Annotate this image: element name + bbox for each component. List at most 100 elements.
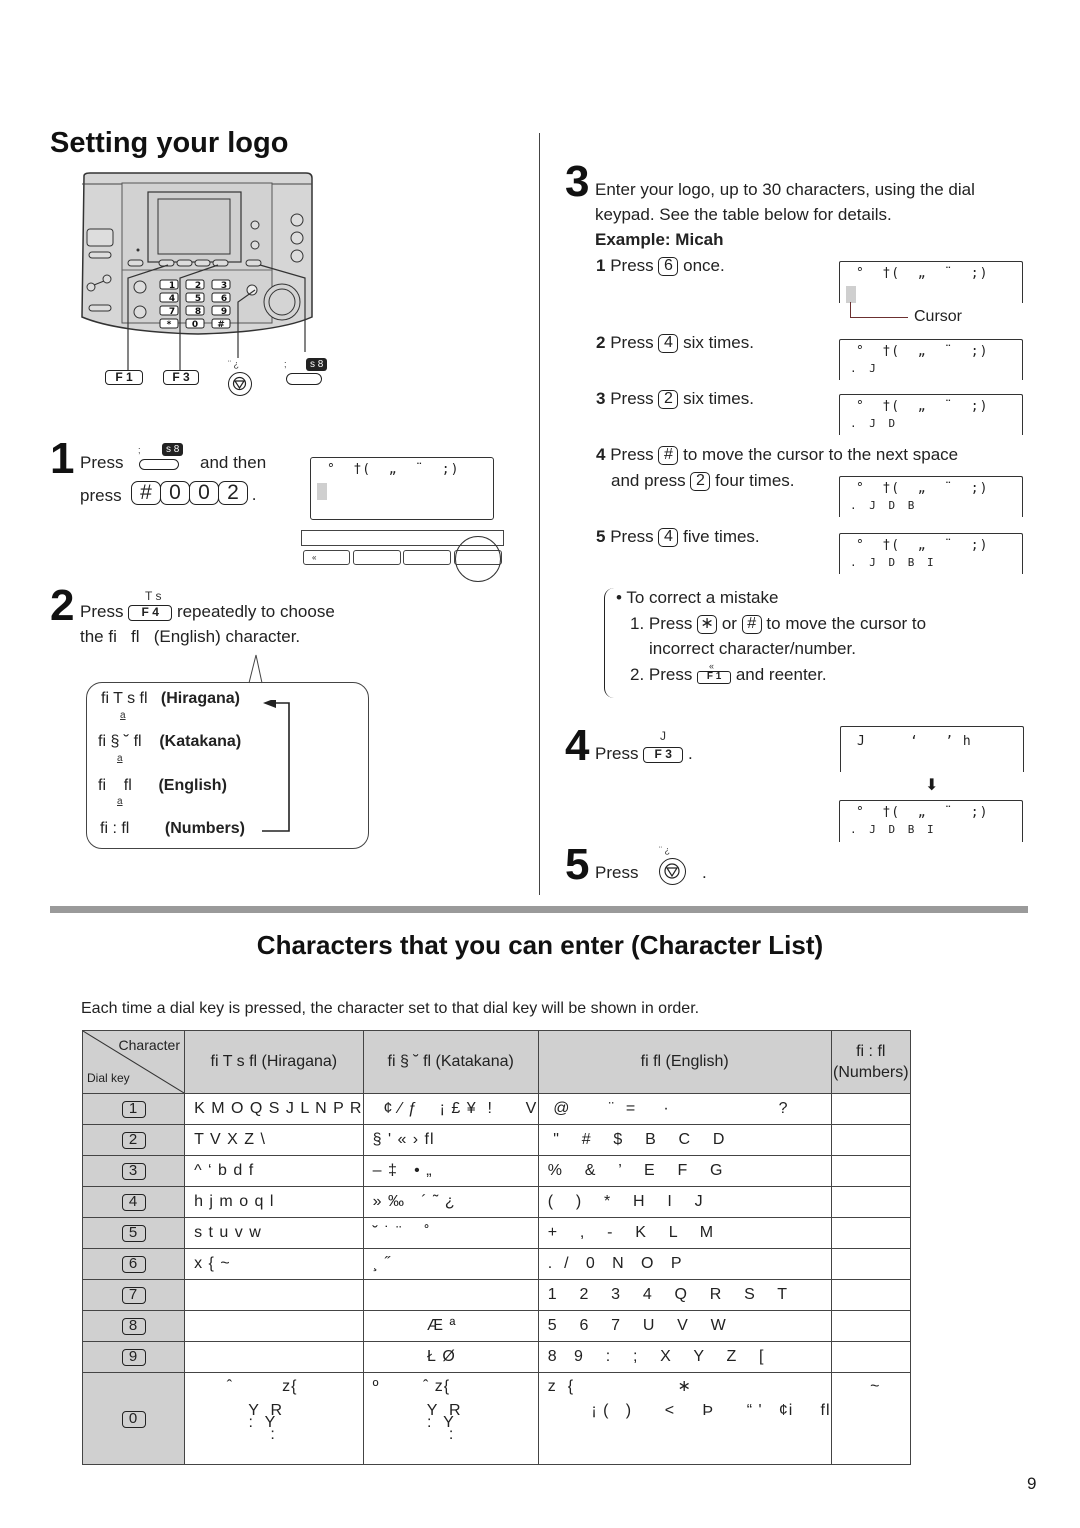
four-key[interactable]: 4: [658, 334, 679, 353]
cell-english: 5 6 7 U V W: [537, 1310, 832, 1342]
softkey-3[interactable]: [403, 550, 451, 565]
hash-key[interactable]: #: [658, 446, 679, 465]
dial-key-8: 8: [121, 1318, 146, 1335]
step-1-menu-button[interactable]: [139, 459, 179, 470]
dial-key-cell: 0: [81, 1372, 186, 1465]
mode-code: fi § ˘ fl: [98, 733, 142, 750]
cell-katakana: Æ ª: [362, 1310, 539, 1342]
substep-after: to move the cursor to the next space: [683, 445, 959, 464]
cell-english: 1 2 3 4 Q R S T: [537, 1279, 832, 1311]
f3-key[interactable]: F 3: [643, 747, 684, 763]
step-1-press: Press: [80, 453, 124, 472]
substep-after: four times.: [715, 471, 795, 490]
cell-hiragana: [184, 1279, 364, 1311]
mode-hiragana: fi T s fl (Hiragana): [101, 690, 240, 708]
correct-title: • To correct a mistake: [616, 588, 779, 607]
dial-key-cell: 1: [81, 1093, 186, 1125]
step-1-key-sequence: #0 0 2 .: [131, 481, 256, 508]
substep-after: six times.: [683, 389, 754, 408]
step-4-text: Press F 3 .: [595, 741, 693, 767]
mode-sub: a: [117, 796, 123, 807]
correct-text: to move the cursor to: [766, 614, 927, 633]
step-1-lcd: ° †( „ ¨ ;): [310, 457, 494, 520]
lcd-line-1: J ‘ ’ h: [857, 734, 972, 749]
cell-numbers: [830, 1186, 912, 1218]
star-key[interactable]: ∗: [697, 615, 718, 634]
lcd-line-2: . J: [850, 362, 879, 375]
step-3-text: Enter your logo, up to 30 characters, us…: [595, 180, 975, 199]
table-row: 5 s t u v w ˘ ˙ ¨ ˚ + , - K L M: [81, 1217, 912, 1249]
substep-number: 1: [596, 256, 606, 275]
dial-key-9: 9: [121, 1349, 146, 1366]
dial-key-6: 6: [121, 1256, 146, 1273]
dial-key-7: 7: [121, 1287, 146, 1304]
menu-mark: ;: [284, 359, 287, 369]
step-4-number: 4: [565, 721, 590, 770]
header-katakana: fi § ˘ fl (Katakana): [362, 1030, 539, 1094]
correct-step-1-line-2: incorrect character/number.: [649, 639, 856, 658]
table-row: 4 h j m o q l» ‰ ´ ˜ ¿( ) * H I J: [81, 1186, 912, 1218]
lcd-line-1: ° †( „ ¨ ;): [856, 399, 989, 414]
lcd-line-1: ° †( „ ¨ ;): [856, 538, 989, 553]
substep-after: six times.: [683, 333, 754, 352]
substep-5-lcd: ° †( „ ¨ ;) . J D B I: [839, 533, 1023, 574]
cursor-leader-line: [850, 302, 908, 318]
substep-after: once.: [683, 256, 725, 275]
substep-4-lcd: ° †( „ ¨ ;) . J D B: [839, 476, 1023, 517]
corner-header: Character Dial key: [81, 1030, 186, 1094]
two-key[interactable]: 2: [690, 472, 711, 491]
cell-numbers: [830, 1155, 912, 1187]
table-row: 7 1 2 3 4 Q R S T: [81, 1279, 912, 1311]
f3-key[interactable]: F 3: [163, 370, 199, 385]
step-1-press2: press: [80, 486, 122, 505]
zero-key[interactable]: 0: [189, 481, 219, 505]
cell-hiragana: [184, 1341, 364, 1373]
substep-press: Press: [610, 389, 654, 408]
lcd-line-1: ° †( „ ¨ ;): [856, 481, 989, 496]
stop-button[interactable]: [228, 372, 252, 396]
dial-key-cell: 6: [81, 1248, 186, 1280]
f1-key[interactable]: F 1: [697, 671, 732, 684]
f4-key[interactable]: F 4: [128, 605, 173, 621]
two-key[interactable]: 2: [218, 481, 248, 505]
stop-key-mark: ¨ ¿: [228, 359, 239, 369]
hash-key[interactable]: #: [741, 615, 762, 634]
two-key[interactable]: 2: [658, 390, 679, 409]
dial-key-cell: 3: [81, 1155, 186, 1187]
header-numbers: fi : fl (Numbers): [830, 1030, 912, 1094]
substep-3-lcd: ° †( „ ¨ ;) . J D: [839, 394, 1023, 435]
mode-name: (Hiragana): [160, 690, 240, 707]
zero-key[interactable]: 0: [160, 481, 190, 505]
step-1-and-then: and then: [200, 453, 267, 472]
stop-button[interactable]: [659, 858, 686, 885]
header-hiragana: fi T s fl (Hiragana): [184, 1030, 364, 1094]
lcd-line-2: . J D: [850, 417, 899, 430]
dial-key-cell: 2: [81, 1124, 186, 1156]
four-key[interactable]: 4: [658, 528, 679, 547]
character-list-intro: Each time a dial key is pressed, the cha…: [81, 1000, 700, 1017]
table-row: 2 T V X Z \ § ' « › fl " # $ B C D: [81, 1124, 912, 1156]
correct-text: 1. Press: [630, 614, 693, 633]
f1-key[interactable]: F 1: [105, 370, 143, 385]
softkey-2[interactable]: [353, 550, 401, 565]
substep-number: 5: [596, 527, 606, 546]
dial-key-cell: 8: [81, 1310, 186, 1342]
cell-hiragana: ^ ‘ b d f: [184, 1155, 364, 1187]
cell-english: % & ’ E F G: [537, 1155, 832, 1187]
hash-key[interactable]: #: [131, 481, 161, 505]
cell-numbers: ~: [830, 1372, 912, 1465]
dial-key-4: 4: [121, 1194, 146, 1211]
table-header-row: Character Dial key fi T s fl (Hiragana) …: [81, 1030, 912, 1094]
cell-numbers: [830, 1124, 912, 1156]
softkey-1[interactable]: «: [303, 550, 350, 565]
cell-numbers: [830, 1217, 912, 1249]
six-key[interactable]: 6: [658, 257, 679, 276]
menu-button[interactable]: [286, 373, 322, 385]
correct-step-1: 1. Press ∗ or # to move the cursor to: [630, 611, 926, 637]
corner-dial-key-label: Dial key: [87, 1071, 130, 1085]
step-4-period: .: [687, 744, 693, 763]
stop-icon: [664, 863, 680, 879]
mode-code: fi : fl: [100, 820, 130, 837]
correct-text: and reenter.: [735, 665, 827, 684]
step-1-menu-mark: ;: [138, 445, 141, 455]
